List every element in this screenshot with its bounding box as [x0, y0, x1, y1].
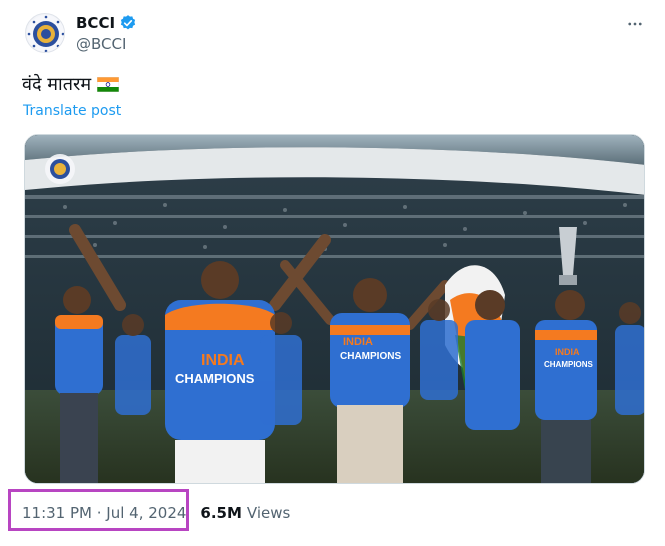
- trophy-icon: [559, 227, 577, 285]
- post-photo[interactable]: INDIA CHAMPIONS INDIA CHAMPIONS INDIA CH…: [24, 134, 645, 484]
- author-handle[interactable]: @BCCI: [76, 35, 126, 53]
- verified-badge-icon: [120, 15, 136, 30]
- views-label: Views: [246, 504, 291, 522]
- celebration-photo: INDIA CHAMPIONS INDIA CHAMPIONS INDIA CH…: [25, 135, 644, 483]
- post-text-content: वंदे मातरम: [22, 74, 92, 95]
- svg-text:CHAMPIONS: CHAMPIONS: [340, 351, 401, 362]
- svg-text:INDIA: INDIA: [343, 336, 373, 348]
- display-name[interactable]: BCCI: [76, 14, 115, 32]
- svg-text:INDIA: INDIA: [201, 352, 245, 369]
- tweet-card: BCCI @BCCI वंदे मातरम Translate post IND…: [0, 0, 665, 546]
- svg-text:CHAMPIONS: CHAMPIONS: [175, 371, 255, 386]
- author-name-row[interactable]: BCCI: [76, 13, 137, 33]
- more-options-button[interactable]: [620, 12, 650, 36]
- timestamp-highlight-box: [8, 489, 189, 531]
- player-left: [55, 286, 103, 483]
- india-flag-icon: [97, 76, 120, 92]
- more-horizontal-icon: [628, 22, 642, 26]
- translate-post-link[interactable]: Translate post: [23, 103, 121, 119]
- views-count: 6.5M: [200, 504, 242, 522]
- post-text: वंदे मातरम: [22, 72, 120, 96]
- bcci-logo-icon: [27, 15, 64, 52]
- svg-text:CHAMPIONS: CHAMPIONS: [544, 360, 594, 369]
- avatar[interactable]: [25, 13, 65, 53]
- svg-text:INDIA: INDIA: [555, 347, 580, 357]
- logo-overlay: [45, 154, 75, 184]
